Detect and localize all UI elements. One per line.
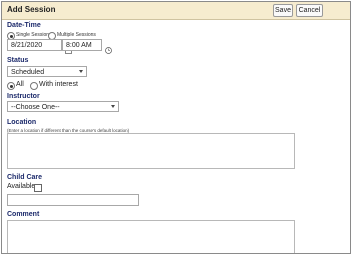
instructor-value: --Choose One-- xyxy=(11,103,60,111)
status-label: Status xyxy=(7,57,29,64)
instructor-select[interactable]: --Choose One-- xyxy=(7,101,119,112)
time-input[interactable]: 8:00 AM xyxy=(62,39,102,51)
location-textarea[interactable] xyxy=(7,133,295,169)
available-label: Available xyxy=(7,183,36,190)
clock-icon[interactable] xyxy=(105,41,112,54)
multiple-sessions-label: Multiple Sessions xyxy=(57,32,96,38)
chevron-down-icon xyxy=(79,70,83,73)
child-care-label: Child Care xyxy=(7,174,43,181)
dialog-title: Add Session xyxy=(7,5,56,14)
date-input[interactable]: 8/21/2020 xyxy=(7,39,62,51)
status-select[interactable]: Scheduled xyxy=(7,66,87,77)
available-checkbox[interactable] xyxy=(34,184,42,192)
with-interest-radio[interactable] xyxy=(30,82,38,90)
status-all-radio[interactable] xyxy=(7,82,15,90)
add-session-dialog: Add Session Save Cancel Date-Time Single… xyxy=(1,1,351,254)
chevron-down-icon xyxy=(111,105,115,108)
cancel-button[interactable]: Cancel xyxy=(296,4,323,17)
with-interest-label: With interest xyxy=(39,81,78,88)
comment-textarea[interactable] xyxy=(7,220,295,253)
instructor-label: Instructor xyxy=(7,93,40,100)
date-time-label: Date-Time xyxy=(7,22,41,29)
child-care-input[interactable] xyxy=(7,194,139,206)
status-value: Scheduled xyxy=(11,68,45,76)
comment-label: Comment xyxy=(7,211,40,218)
dialog-titlebar: Add Session Save Cancel xyxy=(2,2,350,20)
save-button[interactable]: Save xyxy=(273,4,293,17)
location-label: Location xyxy=(7,119,37,126)
time-value: 8:00 AM xyxy=(66,42,92,49)
status-all-label: All xyxy=(16,81,24,88)
single-session-label: Single Session xyxy=(16,32,50,38)
date-value: 8/21/2020 xyxy=(11,42,43,49)
